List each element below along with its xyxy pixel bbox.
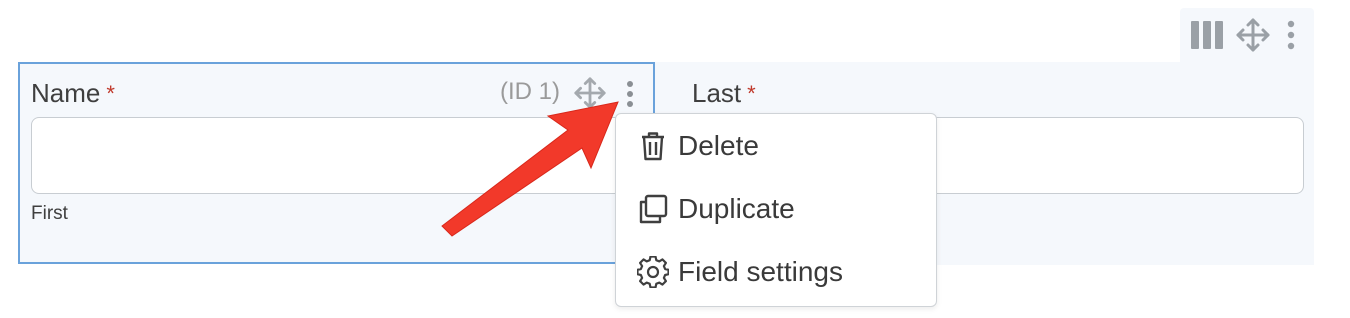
last-name-input[interactable] xyxy=(900,117,1304,194)
menu-item-label: Duplicate xyxy=(678,193,795,224)
name-field-label: Name xyxy=(31,78,101,108)
last-field-label: Last xyxy=(692,78,742,108)
more-vertical-icon[interactable] xyxy=(625,80,635,113)
menu-item-label: Field settings xyxy=(678,256,843,287)
menu-item-delete[interactable]: Delete xyxy=(616,115,936,177)
last-field-label-row: Last * xyxy=(692,78,756,109)
row-toolbar xyxy=(1180,8,1314,62)
first-name-input[interactable] xyxy=(31,117,631,194)
move-icon[interactable] xyxy=(573,76,607,115)
name-field-label-row: Name * xyxy=(31,78,115,109)
menu-item-label: Delete xyxy=(678,130,759,161)
field-id-label: (ID 1) xyxy=(500,78,560,105)
required-marker: * xyxy=(747,80,756,106)
menu-item-field-settings[interactable]: Field settings xyxy=(616,241,936,303)
menu-item-duplicate[interactable]: Duplicate xyxy=(616,178,936,240)
first-sublabel: First xyxy=(31,203,68,224)
more-vertical-icon[interactable] xyxy=(1276,8,1306,62)
field-context-menu: Delete Duplicate Field settings xyxy=(615,113,937,307)
columns-icon[interactable] xyxy=(1186,8,1228,62)
trash-icon xyxy=(636,129,670,163)
move-icon[interactable] xyxy=(1232,8,1274,62)
duplicate-icon xyxy=(636,192,670,226)
gear-icon xyxy=(636,255,670,289)
required-marker: * xyxy=(106,80,115,106)
